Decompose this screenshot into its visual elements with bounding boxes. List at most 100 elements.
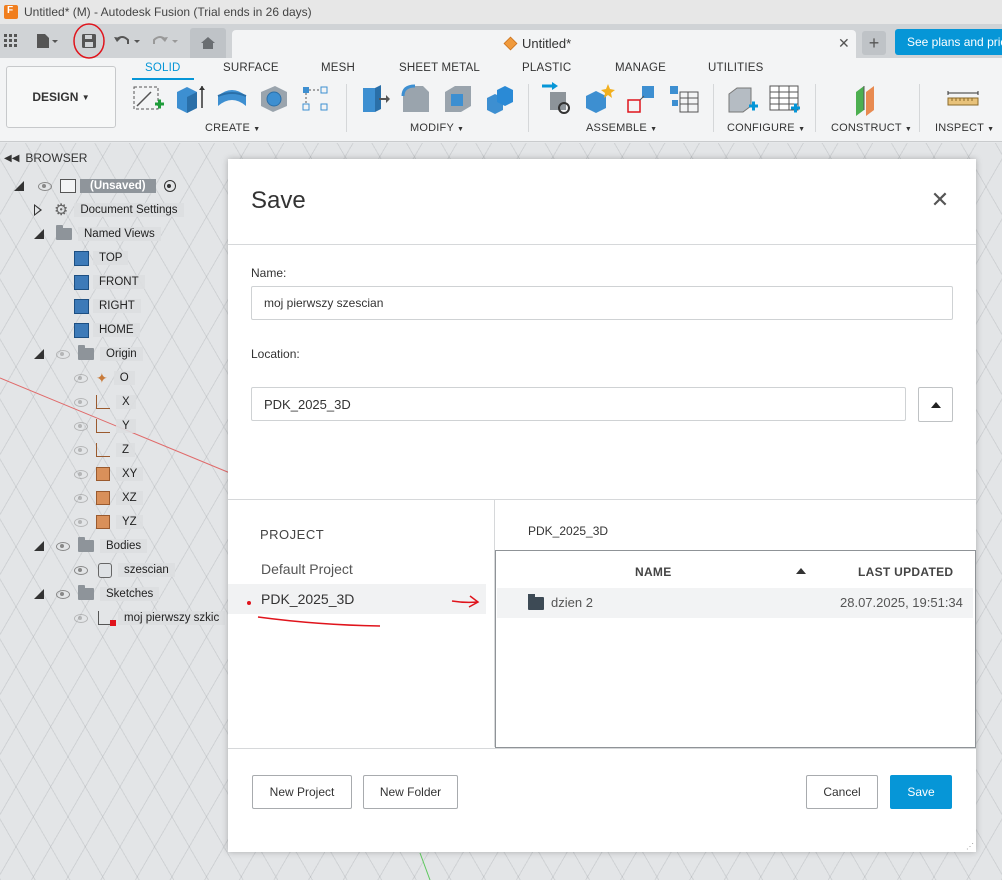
- grid-icon[interactable]: [4, 28, 18, 54]
- bill-of-materials-icon[interactable]: [666, 82, 700, 116]
- table-row[interactable]: dzien 2 28.07.2025, 19:51:34: [497, 588, 973, 618]
- save-button[interactable]: Save: [890, 775, 952, 809]
- home-tab[interactable]: [190, 28, 226, 58]
- press-pull-icon[interactable]: [357, 82, 391, 116]
- eye-hidden-icon[interactable]: [74, 517, 88, 527]
- tree-item-plane-yz[interactable]: YZ: [74, 512, 143, 532]
- file-icon[interactable]: [36, 28, 58, 54]
- close-tab-icon[interactable]: ✕: [838, 35, 850, 52]
- redo-icon[interactable]: [151, 28, 181, 54]
- undo-icon[interactable]: [113, 28, 143, 54]
- revolve-icon[interactable]: [215, 82, 249, 116]
- configuration-table-icon[interactable]: [767, 82, 801, 116]
- eye-hidden-icon[interactable]: [74, 493, 88, 503]
- named-view-icon: [74, 298, 89, 314]
- chevron-down-icon: ▼: [987, 126, 995, 133]
- eye-hidden-icon[interactable]: [74, 397, 88, 407]
- breadcrumb[interactable]: PDK_2025_3D: [528, 524, 608, 538]
- tab-surface[interactable]: SURFACE: [223, 62, 279, 74]
- see-plans-button[interactable]: See plans and pricing: [895, 29, 1002, 55]
- tree-item-view-top[interactable]: TOP: [74, 248, 129, 268]
- group-inspect[interactable]: INSPECT ▼: [935, 122, 994, 134]
- tab-manage[interactable]: MANAGE: [615, 62, 666, 74]
- tree-item-axis-z[interactable]: Z: [74, 440, 136, 460]
- eye-hidden-icon[interactable]: [74, 469, 88, 479]
- tree-item-sketch[interactable]: moj pierwszy szkic: [74, 608, 226, 628]
- column-header-name[interactable]: NAME: [635, 565, 672, 579]
- eye-hidden-icon[interactable]: [74, 613, 88, 623]
- collapse-triangle-icon[interactable]: [34, 541, 44, 551]
- group-configure[interactable]: CONFIGURE ▼: [727, 122, 805, 134]
- save-icon[interactable]: [81, 28, 97, 54]
- eye-icon[interactable]: [38, 181, 52, 191]
- hole-icon[interactable]: [257, 82, 291, 116]
- new-component-icon[interactable]: [582, 82, 616, 116]
- tree-item-origin-point[interactable]: ✦ O: [74, 368, 135, 388]
- new-project-button[interactable]: New Project: [252, 775, 352, 809]
- collapse-triangle-icon[interactable]: [34, 589, 44, 599]
- tree-item-bodies[interactable]: Bodies: [34, 536, 148, 556]
- chevron-down-icon: ▼: [457, 126, 465, 133]
- cancel-button[interactable]: Cancel: [806, 775, 878, 809]
- collapse-location-button[interactable]: [918, 387, 953, 422]
- expand-triangle-icon[interactable]: [34, 204, 42, 216]
- group-create[interactable]: CREATE ▼: [205, 122, 260, 134]
- column-header-last-updated[interactable]: LAST UPDATED: [858, 565, 953, 579]
- new-tab-plus-icon[interactable]: +: [862, 31, 886, 55]
- create-sketch-icon[interactable]: [131, 82, 165, 116]
- tab-sheet-metal[interactable]: SHEET METAL: [399, 62, 480, 74]
- workspace-switcher[interactable]: DESIGN ▼: [6, 66, 116, 128]
- document-tab[interactable]: Untitled* ✕: [232, 30, 856, 58]
- project-item-selected[interactable]: PDK_2025_3D: [228, 584, 486, 614]
- project-item-default[interactable]: Default Project: [228, 554, 486, 584]
- collapse-triangle-icon[interactable]: [14, 181, 24, 191]
- tree-item-axis-y[interactable]: Y: [74, 416, 136, 436]
- collapse-triangle-icon[interactable]: [34, 229, 44, 239]
- tab-mesh[interactable]: MESH: [321, 62, 355, 74]
- tree-item-view-front[interactable]: FRONT: [74, 272, 145, 292]
- group-construct[interactable]: CONSTRUCT ▼: [831, 122, 912, 134]
- tree-item-origin[interactable]: Origin: [34, 344, 143, 364]
- resize-grip-icon[interactable]: ⋰: [966, 842, 974, 851]
- new-folder-button[interactable]: New Folder: [363, 775, 458, 809]
- eye-hidden-icon[interactable]: [74, 445, 88, 455]
- configure-icon[interactable]: [725, 82, 759, 116]
- tree-item-plane-xz[interactable]: XZ: [74, 488, 143, 508]
- tree-item-named-views[interactable]: Named Views: [34, 224, 161, 244]
- pattern-icon[interactable]: [299, 82, 333, 116]
- as-built-joint-icon[interactable]: [624, 82, 658, 116]
- tree-item-body-szescian[interactable]: szescian: [74, 560, 175, 580]
- eye-hidden-icon[interactable]: [56, 349, 70, 359]
- collapse-triangle-icon[interactable]: [34, 349, 44, 359]
- location-field[interactable]: PDK_2025_3D: [251, 387, 906, 421]
- extrude-icon[interactable]: [173, 82, 207, 116]
- tab-utilities[interactable]: UTILITIES: [708, 62, 763, 74]
- tree-item-document-settings[interactable]: ⚙ Document Settings: [34, 200, 184, 220]
- activate-radio-icon[interactable]: [163, 180, 176, 192]
- eye-icon[interactable]: [74, 565, 88, 575]
- joint-icon[interactable]: [540, 82, 574, 116]
- eye-icon[interactable]: [56, 589, 70, 599]
- tree-item-plane-xy[interactable]: XY: [74, 464, 144, 484]
- group-modify[interactable]: MODIFY ▼: [410, 122, 464, 134]
- tab-plastic[interactable]: PLASTIC: [522, 62, 571, 74]
- close-icon[interactable]: ✕: [930, 189, 950, 213]
- sort-ascending-icon[interactable]: [796, 568, 806, 574]
- group-assemble[interactable]: ASSEMBLE ▼: [586, 122, 657, 134]
- eye-hidden-icon[interactable]: [74, 373, 88, 383]
- eye-icon[interactable]: [56, 541, 70, 551]
- tab-solid[interactable]: SOLID: [145, 62, 181, 74]
- fillet-icon[interactable]: [399, 82, 433, 116]
- shell-icon[interactable]: [441, 82, 475, 116]
- collapse-panel-icon[interactable]: ◀◀: [4, 153, 19, 164]
- combine-icon[interactable]: [483, 82, 517, 116]
- tree-root[interactable]: (Unsaved): [14, 176, 176, 196]
- eye-hidden-icon[interactable]: [74, 421, 88, 431]
- measure-icon[interactable]: [946, 82, 980, 116]
- tree-item-view-home[interactable]: HOME: [74, 320, 140, 340]
- tree-item-view-right[interactable]: RIGHT: [74, 296, 141, 316]
- name-field[interactable]: moj pierwszy szescian: [251, 286, 953, 320]
- construct-plane-icon[interactable]: [853, 82, 887, 116]
- tree-item-sketches[interactable]: Sketches: [34, 584, 160, 604]
- tree-item-axis-x[interactable]: X: [74, 392, 136, 412]
